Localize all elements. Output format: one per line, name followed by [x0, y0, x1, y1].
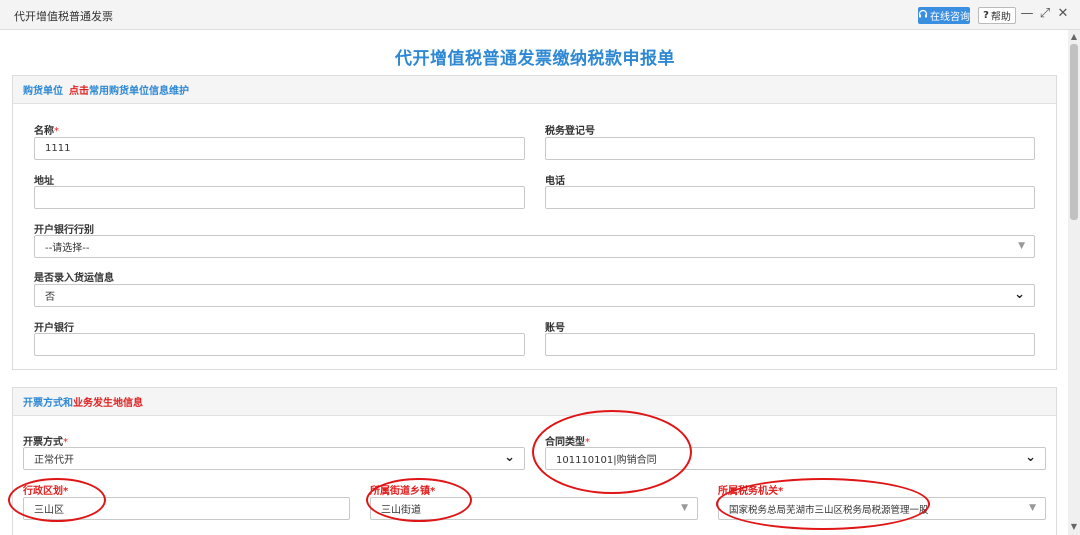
- freight-value: 否: [45, 292, 55, 303]
- district-label: 行政区划*: [23, 486, 69, 497]
- required-mark: *: [54, 126, 59, 137]
- window-titlebar: 代开增值税普通发票 在线咨询 ? 帮助 — ⤢ ✕: [0, 0, 1080, 30]
- scroll-up-icon[interactable]: ▲: [1068, 32, 1080, 41]
- online-consult-label: 在线咨询: [930, 12, 970, 23]
- invoice-section-title-part2: 业务发生地信息: [73, 398, 143, 409]
- name-input[interactable]: 1111: [34, 137, 525, 160]
- buyer-panel-header: 购货单位 点击 常用购货单位信息维护: [13, 76, 1056, 104]
- scroll-down-icon[interactable]: ▼: [1068, 522, 1080, 531]
- address-label: 地址: [34, 176, 54, 187]
- chevron-down-icon: ⌄: [1025, 450, 1036, 465]
- account-input[interactable]: [545, 333, 1035, 356]
- freight-label: 是否录入货运信息: [34, 273, 114, 284]
- authority-select[interactable]: 国家税务总局芜湖市三山区税务局税源管理一股 ▼: [718, 497, 1046, 520]
- contract-select[interactable]: 101110101|购销合同 ⌄: [545, 447, 1046, 470]
- page-title: 代开增值税普通发票缴纳税款申报单: [395, 49, 675, 69]
- invoice-section-title-part1: 开票方式和: [23, 398, 73, 409]
- minimize-icon[interactable]: —: [1020, 6, 1034, 21]
- buyer-section-title: 购货单位: [23, 86, 63, 97]
- method-value: 正常代开: [34, 455, 74, 466]
- district-input[interactable]: 三山区: [23, 497, 350, 520]
- bank-label: 开户银行: [34, 323, 74, 334]
- caret-down-icon: ▼: [1029, 503, 1036, 513]
- phone-label: 电话: [545, 176, 565, 187]
- chevron-down-icon: ⌄: [1014, 287, 1025, 302]
- method-select[interactable]: 正常代开 ⌄: [23, 447, 525, 470]
- name-label: 名称*: [34, 126, 59, 137]
- headset-icon: [918, 9, 928, 22]
- invoice-method-panel: 开票方式和 业务发生地信息 开票方式* 正常代开 ⌄ 合同类型* 1011101…: [12, 387, 1057, 535]
- question-icon: ?: [983, 10, 989, 21]
- bank-branch-value: --请选择--: [45, 243, 90, 254]
- help-button[interactable]: ? 帮助: [978, 7, 1016, 24]
- address-input[interactable]: [34, 186, 525, 209]
- caret-down-icon: ▼: [681, 503, 688, 513]
- chevron-down-icon: ⌄: [504, 450, 515, 465]
- bank-input[interactable]: [34, 333, 525, 356]
- street-select[interactable]: 三山街道 ▼: [370, 497, 698, 520]
- invoice-panel-header: 开票方式和 业务发生地信息: [13, 388, 1056, 416]
- freight-select[interactable]: 否 ⌄: [34, 284, 1035, 307]
- tax-no-input[interactable]: [545, 137, 1035, 160]
- bank-branch-select[interactable]: --请选择-- ▼: [34, 235, 1035, 258]
- district-value: 三山区: [34, 505, 64, 516]
- close-icon[interactable]: ✕: [1056, 6, 1070, 21]
- authority-value: 国家税务总局芜湖市三山区税务局税源管理一股: [729, 504, 929, 516]
- vertical-scrollbar[interactable]: ▲ ▼: [1068, 30, 1080, 535]
- method-label: 开票方式*: [23, 437, 68, 448]
- tax-no-label: 税务登记号: [545, 126, 595, 137]
- scroll-thumb[interactable]: [1070, 44, 1078, 220]
- contract-value: 101110101|购销合同: [556, 455, 657, 466]
- buyer-maintenance-link[interactable]: 常用购货单位信息维护: [89, 82, 189, 97]
- window-title: 代开增值税普通发票: [14, 10, 113, 23]
- buyer-panel: 购货单位 点击 常用购货单位信息维护 名称* 1111 税务登记号 地址 电话 …: [12, 75, 1057, 370]
- authority-label: 所属税务机关*: [718, 486, 784, 497]
- street-label: 所属街道乡镇*: [370, 486, 436, 497]
- name-input-value: 1111: [45, 143, 71, 154]
- phone-input[interactable]: [545, 186, 1035, 209]
- street-value: 三山街道: [381, 505, 421, 516]
- restore-icon[interactable]: ⤢: [1038, 6, 1052, 21]
- bank-branch-label: 开户银行行别: [34, 225, 94, 236]
- help-label: 帮助: [990, 12, 1011, 23]
- online-consult-button[interactable]: 在线咨询: [918, 7, 970, 24]
- contract-label: 合同类型*: [545, 437, 590, 448]
- caret-down-icon: ▼: [1018, 241, 1025, 251]
- account-label: 账号: [545, 323, 565, 334]
- buyer-click-text: 点击: [69, 86, 89, 97]
